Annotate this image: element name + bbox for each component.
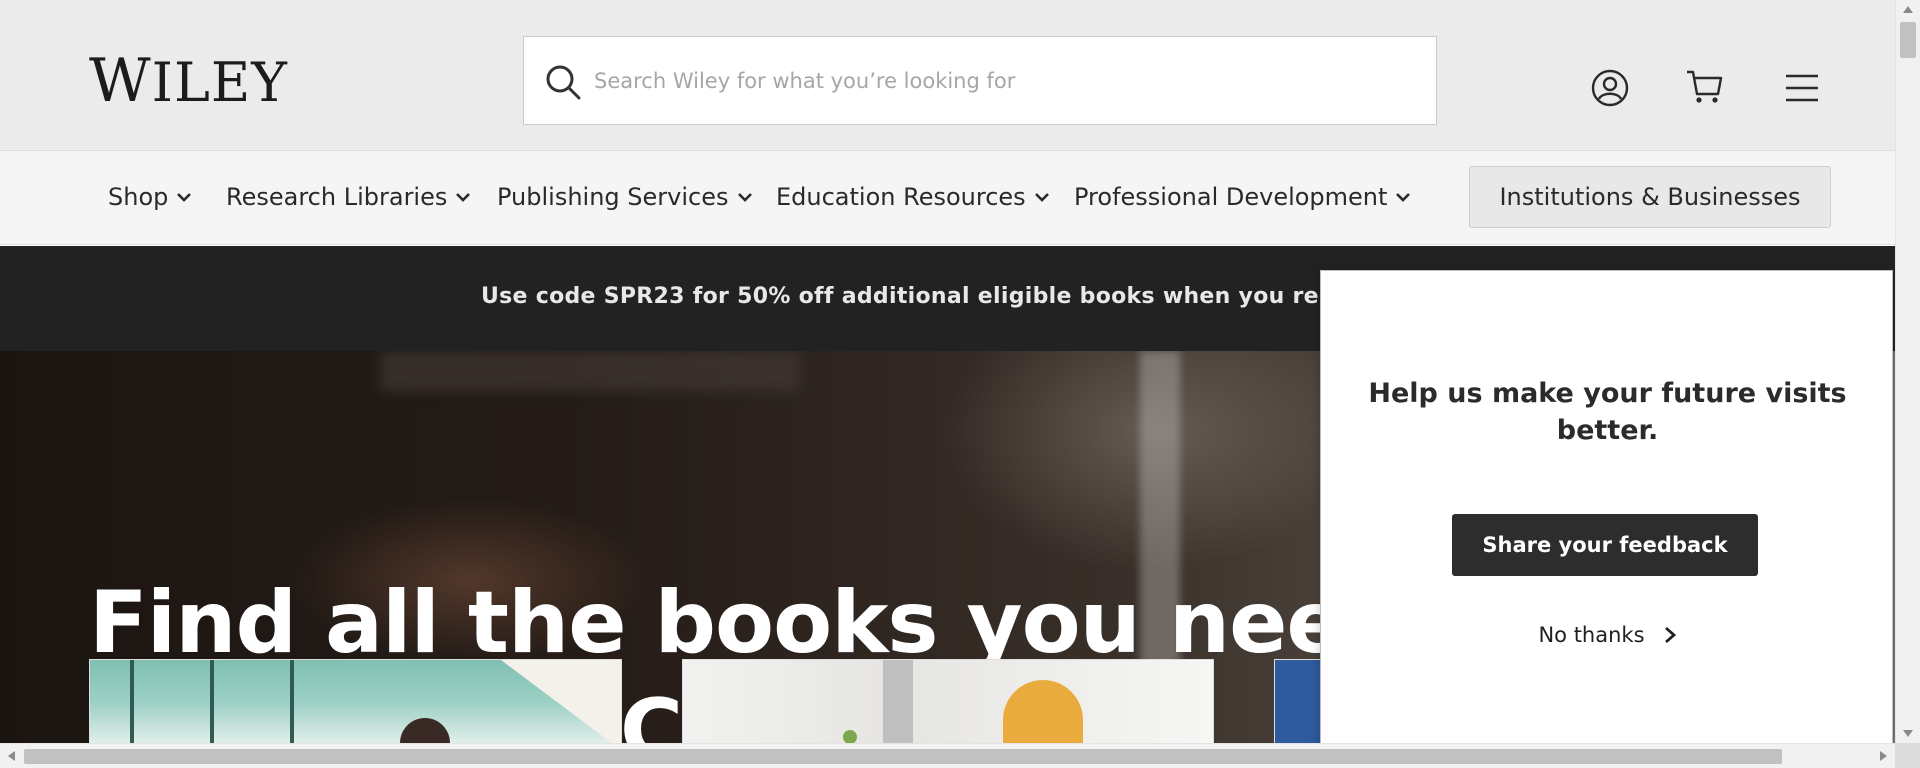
nav-item-shop[interactable]: Shop <box>108 181 192 213</box>
nav-item-publishing-services[interactable]: Publishing Services <box>497 181 753 213</box>
scrollbar-corner <box>1895 743 1920 768</box>
nav-item-label: Research Libraries <box>226 183 448 211</box>
nav-item-label: Professional Development <box>1074 183 1388 211</box>
share-feedback-button[interactable]: Share your feedback <box>1452 514 1758 576</box>
nav-item-label: Education Resources <box>776 183 1026 211</box>
search-bar[interactable] <box>523 36 1437 125</box>
search-icon[interactable] <box>544 63 582 101</box>
institutions-businesses-button[interactable]: Institutions & Businesses <box>1469 166 1831 228</box>
site-header: WILEY <box>0 0 1895 151</box>
promo-card-students[interactable] <box>89 659 622 743</box>
search-input[interactable] <box>594 55 1414 107</box>
window-frame <box>290 660 294 743</box>
user-account-icon[interactable] <box>1590 68 1630 108</box>
plant-image <box>843 730 857 743</box>
curtain-image <box>883 660 913 743</box>
scroll-right-arrow-icon[interactable] <box>1880 751 1887 761</box>
person-image <box>400 718 450 743</box>
horizontal-scrollbar[interactable] <box>0 743 1895 768</box>
chevron-down-icon <box>456 193 471 202</box>
window-frame <box>210 660 214 743</box>
feedback-title: Help us make your future visits better. <box>1368 378 1847 446</box>
hero-title: Find all the books you need to <box>89 573 1532 673</box>
nav-item-professional-development[interactable]: Professional Development <box>1074 181 1411 213</box>
chevron-down-icon <box>737 193 752 202</box>
window-frame <box>130 660 134 743</box>
wiley-logo[interactable]: WILEY <box>89 51 288 113</box>
scroll-left-arrow-icon[interactable] <box>8 751 15 761</box>
chevron-down-icon <box>1034 193 1049 202</box>
yellow-hat-image <box>1003 680 1083 743</box>
nav-item-label: Shop <box>108 183 169 211</box>
chevron-down-icon <box>1396 193 1411 202</box>
hamburger-menu-icon[interactable] <box>1782 68 1822 108</box>
scroll-up-arrow-icon[interactable] <box>1903 6 1913 13</box>
chevron-down-icon <box>177 193 192 202</box>
card-wall-shape <box>501 660 621 743</box>
promo-card-reader[interactable] <box>682 659 1214 743</box>
feedback-modal: Help us make your future visits better. … <box>1320 270 1893 750</box>
scroll-down-arrow-icon[interactable] <box>1903 730 1913 737</box>
vertical-scrollbar[interactable] <box>1895 0 1920 743</box>
nav-item-label: Publishing Services <box>497 183 729 211</box>
no-thanks-link[interactable]: No thanks <box>1321 623 1894 647</box>
vertical-scroll-thumb[interactable] <box>1900 22 1916 58</box>
hero-background-shelf <box>380 351 800 391</box>
no-thanks-label: No thanks <box>1538 623 1645 647</box>
nav-item-research-libraries[interactable]: Research Libraries <box>226 181 471 213</box>
shopping-cart-icon[interactable] <box>1685 66 1725 106</box>
chevron-right-icon <box>1664 626 1676 644</box>
horizontal-scroll-thumb[interactable] <box>24 749 1782 764</box>
nav-item-education-resources[interactable]: Education Resources <box>776 181 1050 213</box>
hero-title-continued: C <box>620 681 684 743</box>
